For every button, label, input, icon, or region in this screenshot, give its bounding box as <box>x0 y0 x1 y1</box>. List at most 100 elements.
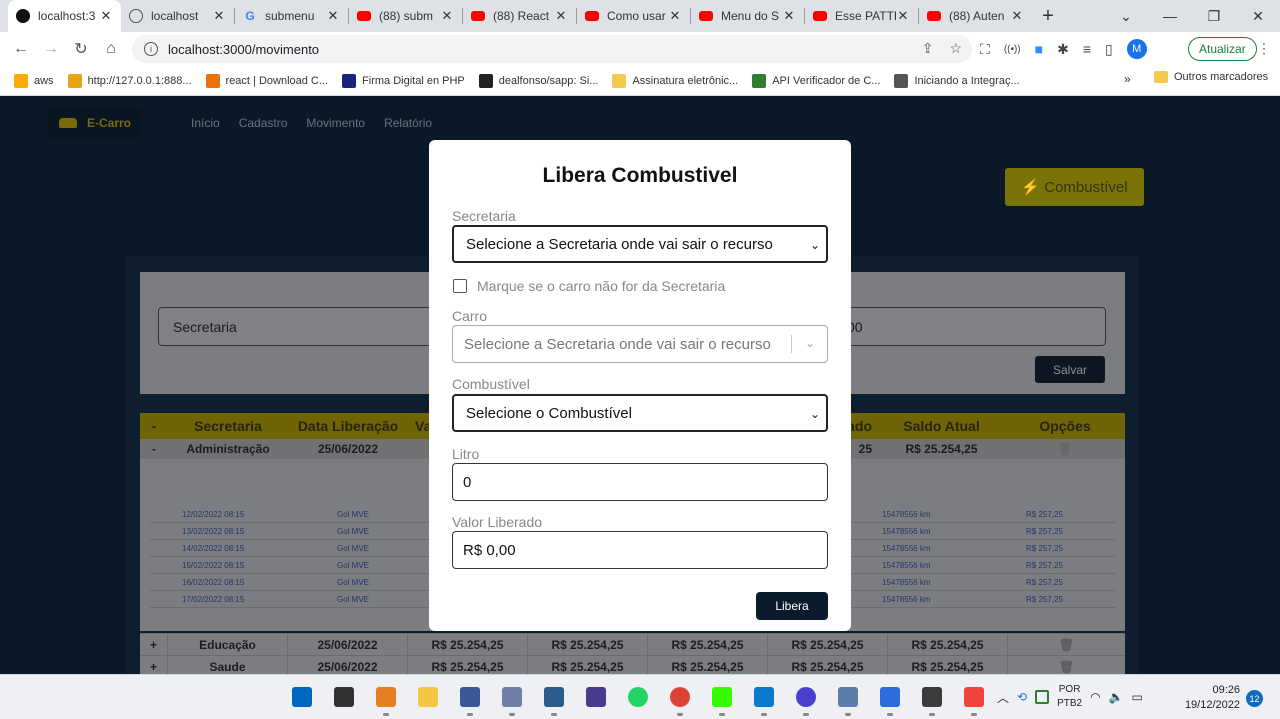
sync-icon[interactable]: ⟲ <box>1017 690 1027 704</box>
close-tab-icon[interactable]: ✕ <box>896 8 910 24</box>
bookmark-item[interactable]: http://127.0.0.1:888... <box>67 73 192 88</box>
trash-icon[interactable]: 🗑 <box>1005 442 1125 456</box>
trash-icon[interactable]: 🗑 <box>1008 634 1125 656</box>
file-explorer-icon[interactable] <box>412 681 444 713</box>
libera-button[interactable]: Libera <box>756 592 828 620</box>
zoom-extension-icon[interactable]: ■ <box>1035 41 1043 57</box>
screenshot-icon[interactable]: ⛶ <box>980 41 990 58</box>
browser-menu-icon[interactable]: ⋮ <box>1257 40 1271 57</box>
secretaria-select[interactable]: Selecione a Secretaria onde vai sair o r… <box>452 225 828 263</box>
language-indicator[interactable]: POR PTB2 <box>1057 683 1082 711</box>
bookmark-item[interactable]: Assinatura eletrônic... <box>612 73 738 88</box>
close-tab-icon[interactable]: ✕ <box>326 8 340 24</box>
share-icon[interactable]: ⇪ <box>922 40 934 57</box>
task-view-icon[interactable] <box>328 681 360 713</box>
windows-start-icon[interactable] <box>286 681 318 713</box>
cast-icon[interactable]: ((•)) <box>1004 44 1021 55</box>
browser-tab[interactable]: (88) Auten ✕ <box>919 0 1032 32</box>
network-app-icon[interactable] <box>454 681 486 716</box>
jw-app-icon[interactable] <box>580 681 612 713</box>
remote-app-icon[interactable] <box>496 681 528 716</box>
browser-tab[interactable]: localhost:3 ✕ <box>8 0 121 32</box>
editor-app-icon[interactable] <box>538 681 570 716</box>
puzzle-icon[interactable]: ✱ <box>1057 41 1069 58</box>
secretaria-input[interactable]: Secretaria <box>158 307 448 346</box>
row-toggle[interactable]: - <box>140 442 168 456</box>
home-button[interactable]: ⌂ <box>96 34 126 64</box>
restore-button[interactable]: ❐ <box>1192 0 1236 32</box>
carro-externo-checkbox[interactable] <box>453 279 467 293</box>
table-row[interactable]: + Educação 25/06/2022 R$ 25.254,25 R$ 25.254… <box>140 633 1125 656</box>
close-tab-icon[interactable]: ✕ <box>99 8 113 24</box>
reload-button[interactable]: ↻ <box>66 34 96 64</box>
notepad-icon[interactable] <box>874 681 906 716</box>
new-tab-button[interactable]: + <box>1032 0 1064 32</box>
nav-movimento[interactable]: Movimento <box>306 116 365 130</box>
other-bookmarks-folder[interactable]: Outros marcadores <box>1154 71 1268 83</box>
notification-badge[interactable]: 12 <box>1246 690 1263 707</box>
site-info-icon[interactable]: i <box>144 42 158 56</box>
omnibox[interactable]: i localhost:3000/movimento ⇪ ☆ <box>132 35 972 63</box>
bookmark-item[interactable]: API Verificador de C... <box>752 73 880 88</box>
side-panel-icon[interactable]: ▯ <box>1105 41 1113 58</box>
combustivel-button[interactable]: ⚡ Combustível <box>1005 168 1144 206</box>
carro-select[interactable]: Selecione a Secretaria onde vai sair o r… <box>452 325 828 363</box>
youtube-icon <box>357 11 371 21</box>
tab-search-icon[interactable]: ⌄ <box>1104 0 1148 32</box>
browser-tab[interactable]: Como usar ✕ <box>577 0 690 32</box>
chevron-up-icon[interactable]: ︿ <box>997 689 1009 706</box>
brand-logo[interactable]: E-Carro <box>47 108 141 138</box>
valor-liberado-input[interactable]: R$ 0,00 <box>452 531 828 569</box>
browser-tab[interactable]: Esse PATTE ✕ <box>805 0 918 32</box>
bookmark-item[interactable]: dealfonso/sapp: Si... <box>478 73 598 88</box>
salvar-button[interactable]: Salvar <box>1035 356 1105 383</box>
update-button[interactable]: Atualizar <box>1188 37 1257 61</box>
nav-cadastro[interactable]: Cadastro <box>239 116 288 130</box>
app-icon-3[interactable] <box>832 681 864 716</box>
combustivel-select[interactable]: Selecione o Combustível ⌄ <box>452 394 828 432</box>
back-button[interactable]: ← <box>6 34 36 64</box>
close-tab-icon[interactable]: ✕ <box>212 8 226 24</box>
bookmark-item[interactable]: Iniciando a Integraç... <box>894 73 1020 88</box>
close-tab-icon[interactable]: ✕ <box>440 8 454 24</box>
bookmark-star-icon[interactable]: ☆ <box>949 40 962 57</box>
green-app-icon[interactable] <box>1035 690 1050 704</box>
close-tab-icon[interactable]: ✕ <box>1010 8 1024 24</box>
bookmark-item[interactable]: Firma Digital en PHP <box>342 73 465 88</box>
vscode-icon[interactable] <box>748 681 780 716</box>
battery-icon[interactable]: ▭ <box>1132 690 1143 704</box>
browser-tab[interactable]: localhost ✕ <box>121 0 234 32</box>
browser-tab[interactable]: Menu do S ✕ <box>691 0 804 32</box>
close-window-button[interactable]: ✕ <box>1236 0 1280 32</box>
chrome-icon[interactable] <box>664 681 696 716</box>
close-tab-icon[interactable]: ✕ <box>668 8 682 24</box>
anydesk-icon[interactable] <box>958 681 990 716</box>
bookmark-item[interactable]: react | Download C... <box>205 73 328 88</box>
row-toggle[interactable]: + <box>140 633 168 656</box>
browser-tab[interactable]: (88) subm ✕ <box>349 0 462 32</box>
valor-input[interactable]: 00 <box>838 307 1106 346</box>
minimize-button[interactable]: — <box>1148 0 1192 32</box>
calculator-icon[interactable] <box>916 681 948 716</box>
clock[interactable]: 09:26 19/12/2022 <box>1180 683 1240 713</box>
close-tab-icon[interactable]: ✕ <box>554 8 568 24</box>
volume-icon[interactable]: 🔈 <box>1109 690 1124 704</box>
notepad-icon-glyph <box>880 687 900 707</box>
carro-externo-checkbox-row[interactable]: Marque se o carro não for da Secretaria <box>453 278 725 294</box>
forward-button[interactable]: → <box>36 34 66 64</box>
browser-tab[interactable]: Gsubmenu ✕ <box>235 0 348 32</box>
bookmarks-overflow-button[interactable]: » <box>1124 72 1131 86</box>
browser-tab[interactable]: (88) React ✕ <box>463 0 576 32</box>
bookmark-item[interactable]: aws <box>14 73 54 88</box>
nav-relatorio[interactable]: Relatório <box>384 116 432 130</box>
profile-avatar[interactable]: M <box>1126 39 1147 59</box>
nav-inicio[interactable]: Início <box>191 116 220 130</box>
litro-input[interactable]: 0 <box>452 463 828 501</box>
whatsapp-icon[interactable] <box>622 681 654 713</box>
wifi-icon[interactable]: ◠ <box>1090 690 1100 704</box>
app-icon-2[interactable] <box>790 681 822 716</box>
media-queue-icon[interactable]: ≡ <box>1083 41 1091 57</box>
app-icon-1[interactable] <box>370 681 402 716</box>
close-tab-icon[interactable]: ✕ <box>782 8 796 24</box>
dreamweaver-icon[interactable] <box>706 681 738 716</box>
